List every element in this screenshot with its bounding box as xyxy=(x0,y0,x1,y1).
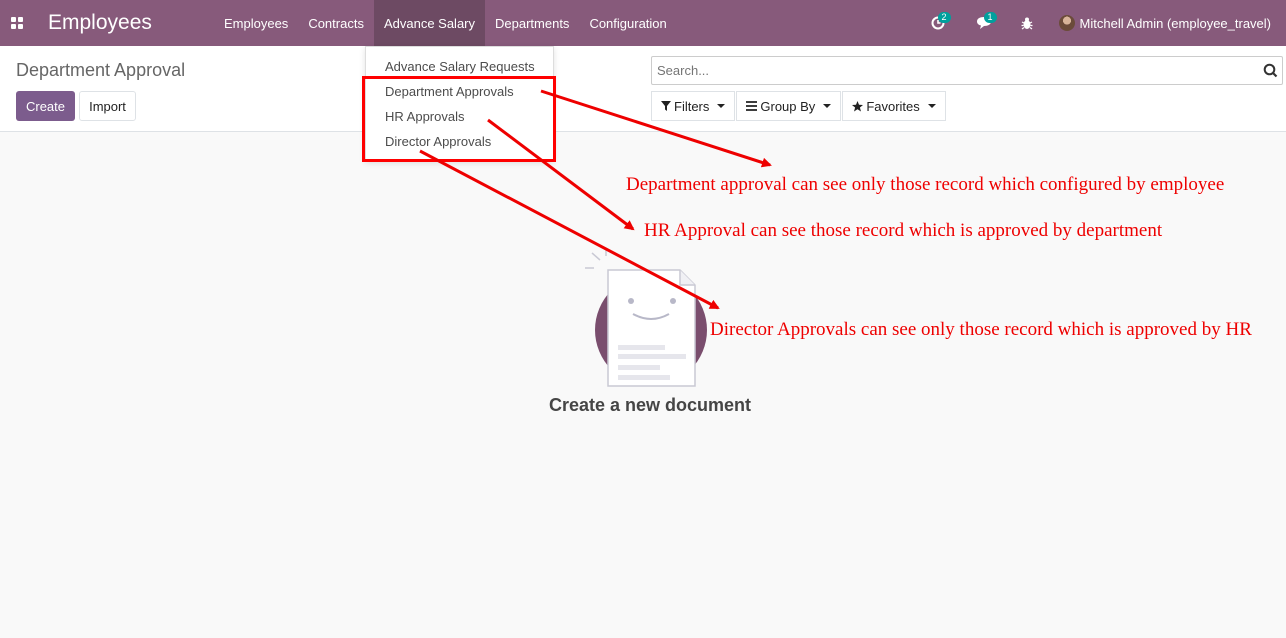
app-title[interactable]: Employees xyxy=(48,11,198,35)
control-panel: Department Approval Create Import Filter… xyxy=(0,46,1286,132)
menu-advance-salary[interactable]: Advance Salary xyxy=(373,0,486,46)
menu-employees[interactable]: Employees xyxy=(214,0,298,46)
search-options: Filters Group By Favorites xyxy=(651,91,947,121)
search-input[interactable] xyxy=(652,57,1258,84)
main-menu: Employees Contracts Advance Salary Depar… xyxy=(214,0,677,46)
breadcrumb: Department Approval xyxy=(16,60,186,80)
chevron-down-icon xyxy=(927,104,936,108)
import-button[interactable]: Import xyxy=(79,91,136,121)
systray: 2 1 Mitchell Admin (employee_travel) xyxy=(915,0,1286,46)
messages-button[interactable]: 1 xyxy=(961,0,1007,46)
filters-button[interactable]: Filters xyxy=(651,91,736,121)
search-button[interactable] xyxy=(1258,58,1282,84)
search-icon xyxy=(1263,63,1277,78)
create-button[interactable]: Create xyxy=(16,91,75,121)
annotation-highlight-box xyxy=(362,76,556,162)
messages-badge: 1 xyxy=(983,12,997,23)
list-icon xyxy=(746,101,758,111)
user-name: Mitchell Admin (employee_travel) xyxy=(1079,15,1271,31)
avatar xyxy=(1058,15,1075,31)
annotation-department: Department approval can see only those r… xyxy=(626,174,1225,195)
groupby-button[interactable]: Group By xyxy=(736,91,842,121)
star-icon xyxy=(852,100,864,112)
menu-contracts[interactable]: Contracts xyxy=(298,0,374,46)
bug-icon xyxy=(1021,17,1033,29)
menu-departments[interactable]: Departments xyxy=(485,0,579,46)
menu-configuration[interactable]: Configuration xyxy=(579,0,676,46)
search-bar xyxy=(651,56,1283,85)
chevron-down-icon xyxy=(823,104,832,108)
filters-label: Filters xyxy=(674,98,710,114)
empty-state-title: Create a new document xyxy=(548,395,752,415)
user-menu[interactable]: Mitchell Admin (employee_travel) xyxy=(1047,0,1286,46)
activity-button[interactable]: 2 xyxy=(915,0,961,46)
annotation-hr: HR Approval can see those record which i… xyxy=(644,220,1163,241)
favorites-label: Favorites xyxy=(866,98,920,114)
apps-menu-icon[interactable] xyxy=(0,0,33,46)
annotation-director: Director Approvals can see only those re… xyxy=(710,319,1252,340)
groupby-label: Group By xyxy=(760,98,816,114)
activity-badge: 2 xyxy=(937,12,951,23)
top-navbar: Employees Employees Contracts Advance Sa… xyxy=(0,0,1286,46)
chevron-down-icon xyxy=(717,104,726,108)
debug-button[interactable] xyxy=(1007,0,1047,46)
favorites-button[interactable]: Favorites xyxy=(842,91,946,121)
filter-icon xyxy=(661,101,671,111)
